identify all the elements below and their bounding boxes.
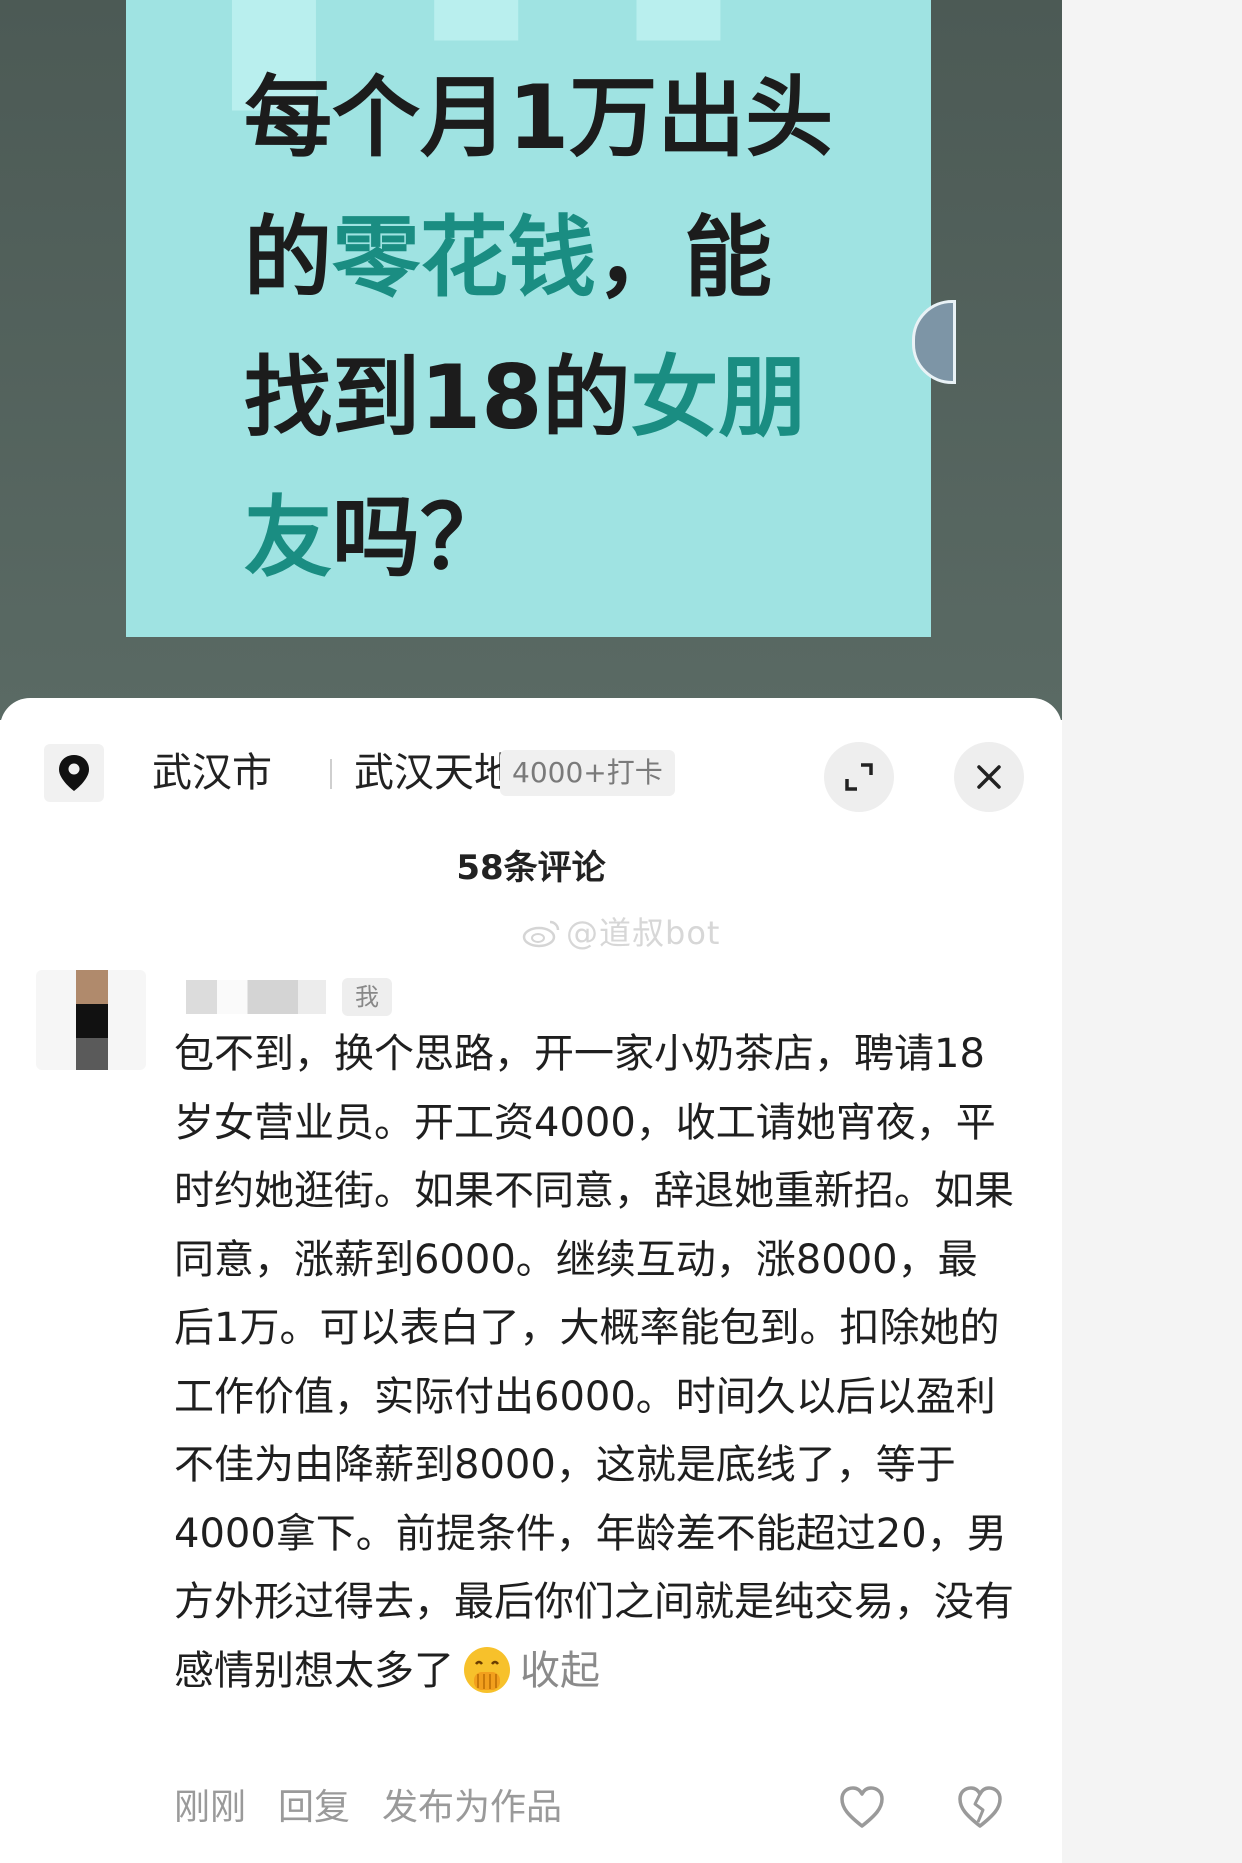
poster-line-3: 找到18的女朋 (244, 346, 807, 449)
poster-title: 每个月1万出头 的零花钱，能 找到18的女朋 友吗？ (244, 48, 833, 608)
avatar[interactable] (36, 970, 146, 1070)
broken-heart-icon[interactable] (956, 1784, 1004, 1830)
poster-decoration: ■ ■ ■ ■ (222, 0, 730, 123)
poster-line-4: 友吗？ (244, 486, 509, 589)
poster-line-2: 的零花钱，能 (244, 206, 773, 309)
comment-count: 58条评论 (456, 848, 606, 888)
location-pin-icon (44, 744, 104, 802)
app-screen: ■ ■ ■ ■ 每个月1万出头 的零花钱，能 找到18的女朋 友吗？ 武汉市 武… (0, 0, 1062, 1863)
me-badge: 我 (342, 978, 392, 1016)
close-icon (977, 765, 1001, 789)
poster-highlight: 女朋 (630, 346, 807, 449)
expand-icon (845, 763, 873, 791)
checkin-badge: 4000+打卡 (500, 750, 675, 796)
comment-sheet: 武汉市 武汉天地 4000+打卡 58条评论 @道叔bot 我 包不到，换个思路… (0, 698, 1062, 1863)
video-area[interactable]: ■ ■ ■ ■ 每个月1万出头 的零花钱，能 找到18的女朋 友吗？ (0, 0, 1062, 720)
comment-time: 刚刚 (174, 1787, 247, 1828)
username-blurred[interactable] (186, 980, 326, 1014)
weibo-logo-icon (522, 920, 560, 948)
divider (330, 759, 332, 789)
background-gutter (1062, 0, 1242, 1863)
reply-button[interactable]: 回复 (278, 1778, 350, 1838)
location-city[interactable]: 武汉市 (152, 746, 272, 800)
publish-as-work-button[interactable]: 发布为作品 (382, 1778, 562, 1838)
comment-body: 包不到，换个思路，开一家小奶茶店，聘请18岁女营业员。开工资4000，收工请她宵… (174, 1031, 1014, 1694)
poster-highlight: 友 (244, 486, 333, 589)
poster-image: ■ ■ ■ ■ 每个月1万出头 的零花钱，能 找到18的女朋 友吗？ (126, 0, 931, 637)
face-with-hand-over-mouth-emoji (464, 1646, 510, 1693)
comment-text: 包不到，换个思路，开一家小奶茶店，聘请18岁女营业员。开工资4000，收工请她宵… (174, 1020, 1014, 1705)
close-button[interactable] (954, 742, 1024, 812)
collapse-link[interactable]: 收起 (520, 1648, 600, 1694)
comment-actions: 刚刚 回复 发布为作品 (174, 1778, 1034, 1838)
expand-button[interactable] (824, 742, 894, 812)
location-bar[interactable]: 武汉市 武汉天地 4000+打卡 (44, 742, 1034, 812)
poster-line-1: 每个月1万出头 (244, 66, 834, 169)
location-place[interactable]: 武汉天地 (354, 746, 514, 800)
heart-icon[interactable] (838, 1784, 886, 1830)
watermark: @道叔bot (522, 908, 720, 954)
poster-highlight: 零花钱 (332, 206, 597, 309)
